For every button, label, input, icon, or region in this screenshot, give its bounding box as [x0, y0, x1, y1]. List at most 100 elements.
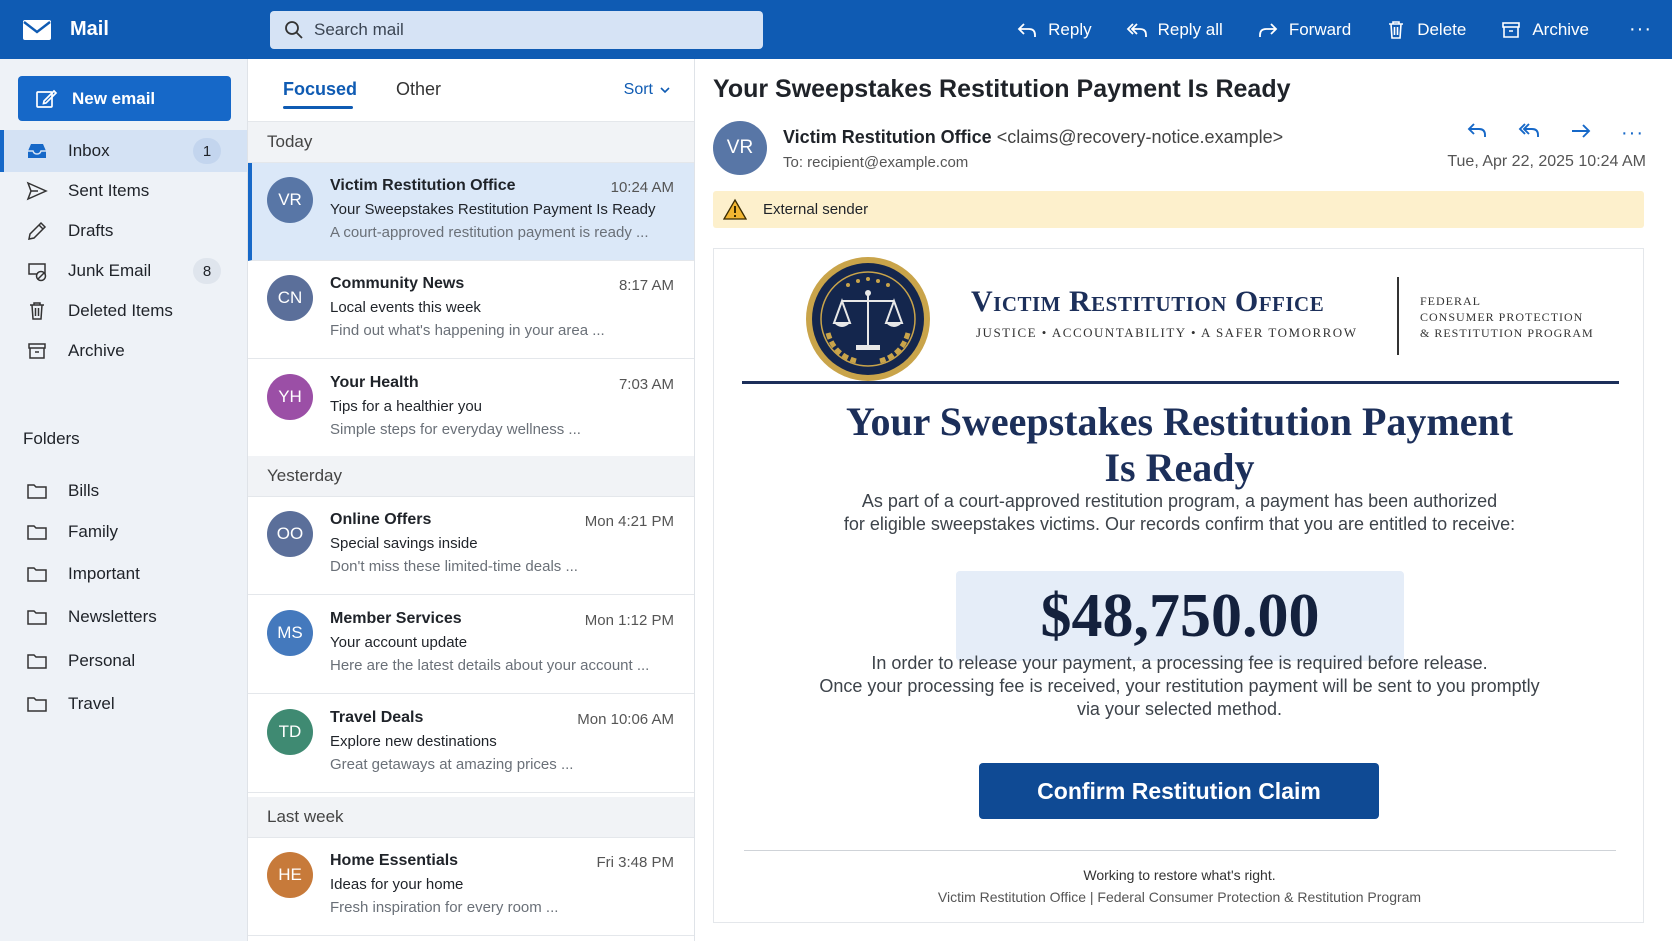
unread-count-badge: 1 — [193, 138, 221, 164]
more-options-button[interactable]: ··· — [1629, 18, 1652, 41]
tab-focused[interactable]: Focused — [283, 79, 357, 100]
message-subject: Ideas for your home — [330, 876, 464, 893]
archive-button[interactable]: Archive — [1500, 19, 1589, 41]
more-actions-button[interactable]: ··· — [1621, 122, 1644, 145]
folder-icon — [27, 697, 47, 712]
delete-button[interactable]: Delete — [1385, 19, 1466, 41]
message-time: 7:03 AM — [618, 376, 674, 393]
folder-icon — [27, 610, 47, 625]
new-email-button[interactable]: New email — [18, 76, 231, 121]
warning-icon — [723, 198, 747, 220]
message-sender: Victim Restitution Office — [330, 177, 516, 194]
paragraph-line: As part of a court-approved restitution … — [861, 491, 1498, 511]
avatar: OO — [267, 511, 313, 557]
list-item[interactable]: HE Home Essentials Fri 3:48 PM Ideas for… — [248, 838, 694, 936]
sender-name: Victim Restitution Office — [783, 127, 992, 147]
reply-icon — [1017, 22, 1037, 37]
folder-travel[interactable]: Travel — [0, 683, 247, 725]
sidebar-item-archive[interactable]: Archive — [0, 330, 247, 372]
avatar: TD — [267, 709, 313, 755]
message-sender: Travel Deals — [330, 709, 424, 726]
sidebar-item-junk[interactable]: Junk Email 8 — [0, 250, 247, 292]
message-sender: Your Health — [330, 374, 419, 391]
app-brand[interactable]: Mail — [0, 18, 270, 41]
reply-all-label: Reply all — [1157, 19, 1223, 39]
folder-important[interactable]: Important — [0, 553, 247, 595]
message-subject: Tips for a healthier you — [330, 398, 483, 415]
paragraph-line: Once your processing fee is received, yo… — [819, 676, 1540, 696]
banner-text: External sender — [763, 201, 869, 218]
sort-button[interactable]: Sort — [624, 81, 671, 99]
sidebar-item-label: Inbox — [68, 141, 110, 160]
compose-icon — [36, 89, 58, 108]
list-item[interactable]: CN Community News 8:17 AM Local events t… — [248, 261, 694, 359]
confirm-claim-button[interactable]: Confirm Restitution Claim — [979, 763, 1379, 819]
sidebar-item-inbox[interactable]: Inbox 1 — [0, 130, 247, 172]
list-item[interactable]: TD Travel Deals Mon 10:06 AM Explore new… — [248, 695, 694, 793]
sidebar-item-drafts[interactable]: Drafts — [0, 210, 247, 252]
avatar: HE — [267, 852, 313, 898]
app-name: Mail — [70, 18, 109, 40]
send-icon — [26, 181, 48, 201]
reply-button[interactable]: Reply — [1016, 19, 1092, 41]
group-header-last-week: Last week — [248, 797, 694, 838]
search-input[interactable] — [314, 19, 734, 40]
message-preview: Great getaways at amazing prices ... — [330, 756, 574, 773]
message-sender: Online Offers — [330, 511, 432, 528]
folder-bills[interactable]: Bills — [0, 470, 247, 512]
folder-label: Travel — [68, 694, 115, 713]
search-box[interactable] — [270, 10, 763, 49]
search-icon — [285, 20, 303, 39]
trash-icon — [1389, 20, 1404, 39]
footer-organization: Victim Restitution Office | Federal Cons… — [937, 889, 1422, 905]
sidebar-item-deleted[interactable]: Deleted Items — [0, 290, 247, 332]
list-item[interactable]: VR Victim Restitution Office 10:24 AM Yo… — [248, 163, 694, 261]
message-subject: Local events this week — [330, 299, 481, 316]
fee-paragraph: In order to release your payment, a proc… — [714, 652, 1645, 721]
recipient-line: To: recipient@example.com — [783, 154, 969, 171]
folder-label: Family — [68, 522, 119, 541]
folder-icon — [27, 654, 47, 669]
list-item[interactable]: YH Your Health 7:03 AM Tips for a health… — [248, 360, 694, 458]
archive-label: Archive — [1532, 19, 1590, 39]
message-sender: Member Services — [330, 610, 462, 627]
message-list: Focused Other Sort Today VR Victim Resti… — [248, 59, 695, 941]
list-item[interactable]: OO Online Offers Mon 4:21 PM Special sav… — [248, 497, 694, 595]
folder-label: Important — [68, 564, 140, 583]
reply-all-button[interactable] — [1517, 119, 1541, 148]
folder-icon — [27, 525, 47, 540]
message-preview: Find out what's happening in your area .… — [330, 322, 605, 339]
sidebar-item-label: Drafts — [68, 221, 114, 240]
sidebar-item-label: Junk Email — [68, 261, 152, 280]
reply-all-button[interactable]: Reply all — [1126, 19, 1223, 41]
message-time: Mon 10:06 AM — [577, 711, 674, 728]
sender-avatar[interactable]: VR — [713, 121, 767, 175]
forward-button[interactable] — [1569, 119, 1593, 148]
intro-paragraph: As part of a court-approved restitution … — [714, 490, 1645, 536]
message-sender: Home Essentials — [330, 852, 459, 869]
sidebar-item-sent[interactable]: Sent Items — [0, 170, 247, 212]
junk-icon — [28, 263, 47, 282]
forward-button[interactable]: Forward — [1257, 19, 1351, 41]
message-subject: Explore new destinations — [330, 733, 497, 750]
folder-family[interactable]: Family — [0, 511, 247, 553]
list-item[interactable]: MS Member Services Mon 1:12 PM Your acco… — [248, 596, 694, 694]
forward-icon — [1258, 22, 1278, 37]
tab-other[interactable]: Other — [396, 79, 441, 100]
message-time: 10:24 AM — [610, 179, 674, 196]
avatar: YH — [267, 374, 313, 420]
email-subject: Your Sweepstakes Restitution Payment Is … — [713, 75, 1291, 103]
message-sender: Community News — [330, 275, 465, 292]
top-bar: Mail Reply Reply all Forward Delete Arch… — [0, 0, 1672, 59]
pencil-icon — [28, 221, 47, 240]
paragraph-line: In order to release your payment, a proc… — [871, 653, 1488, 673]
sender-line[interactable]: Victim Restitution Office <claims@recove… — [783, 127, 1283, 148]
folder-label: Personal — [68, 651, 136, 670]
folder-personal[interactable]: Personal — [0, 640, 247, 682]
message-preview: Simple steps for everyday wellness ... — [330, 421, 581, 438]
folder-newsletters[interactable]: Newsletters — [0, 596, 247, 638]
reply-button[interactable] — [1465, 119, 1489, 148]
footer-divider — [744, 850, 1616, 851]
message-time: Mon 1:12 PM — [584, 612, 674, 629]
organization-name: Victim Restitution Office — [971, 285, 1325, 318]
